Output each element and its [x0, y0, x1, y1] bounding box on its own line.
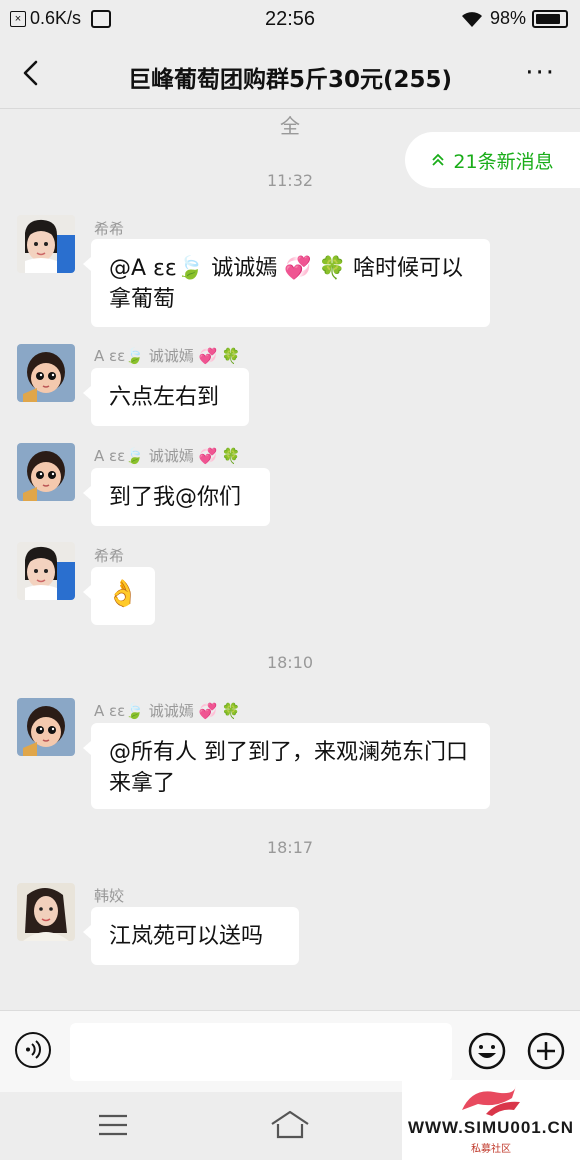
- sender-name: A εε🍃 诚诚嫣 💞 🍀: [94, 447, 241, 465]
- sender-name: 希希: [94, 220, 125, 238]
- menu-icon[interactable]: [99, 1114, 127, 1136]
- emoji-icon[interactable]: [468, 1032, 506, 1070]
- message-bubble[interactable]: 到了我@你们: [83, 468, 270, 526]
- girl-avatar-icon: [17, 215, 75, 273]
- timestamp: 18:17: [266, 838, 314, 857]
- cartoon-girl-avatar-icon: [17, 443, 75, 501]
- message-bubble[interactable]: @A εε🍃 诚诚嫣 💞 🍀 啥时候可以拿葡萄: [83, 239, 490, 327]
- chat-area[interactable]: 全 21条新消息 11:32 希希 @A εε🍃 诚诚嫣 💞 🍀 啥时候可以拿葡…: [0, 108, 580, 1010]
- voice-input-button[interactable]: [15, 1032, 51, 1068]
- sender-name: 韩姣: [94, 887, 125, 905]
- message-input[interactable]: [70, 1023, 452, 1081]
- woman-avatar-icon: [17, 883, 75, 941]
- watermark: WWW.SIMU001.CN 私募社区: [402, 1080, 580, 1160]
- sender-name: A εε🍃 诚诚嫣 💞 🍀: [94, 702, 241, 720]
- timestamp: 18:10: [266, 653, 314, 672]
- sender-name: A εε🍃 诚诚嫣 💞 🍀: [94, 347, 241, 365]
- avatar[interactable]: [17, 344, 75, 402]
- avatar[interactable]: [17, 215, 75, 273]
- message-bubble[interactable]: 六点左右到: [83, 368, 249, 426]
- cartoon-girl-avatar-icon: [17, 698, 75, 756]
- home-icon[interactable]: [270, 1110, 310, 1140]
- avatar[interactable]: [17, 883, 75, 941]
- avatar[interactable]: [17, 443, 75, 501]
- chat-title: 巨峰葡萄团购群5斤30元(255): [127, 67, 453, 93]
- avatar[interactable]: [17, 542, 75, 600]
- voice-icon: [26, 1040, 42, 1059]
- avatar[interactable]: [17, 698, 75, 756]
- status-right: 98%: [460, 8, 568, 29]
- new-messages-label: 21条新消息: [453, 150, 554, 173]
- watermark-text: WWW.SIMU001.CN: [407, 1118, 575, 1137]
- plus-icon[interactable]: [527, 1032, 565, 1070]
- chat-header: 巨峰葡萄团购群5斤30元(255) ···: [0, 40, 580, 109]
- battery-fill: [536, 13, 560, 24]
- cartoon-girl-avatar-icon: [17, 344, 75, 402]
- message-bubble[interactable]: 👌: [83, 567, 155, 625]
- girl-avatar-icon: [17, 542, 75, 600]
- battery-percent: 98%: [489, 8, 526, 28]
- watermark-subtitle: 私募社区: [471, 1144, 511, 1155]
- watermark-logo-icon: [462, 1086, 520, 1116]
- message-bubble[interactable]: 江岚苑可以送吗: [83, 907, 299, 965]
- message-bubble[interactable]: @所有人 到了到了，来观澜苑东门口来拿了: [83, 723, 490, 809]
- double-chevron-up-icon: [432, 153, 445, 166]
- battery-icon: [532, 9, 568, 28]
- sender-name: 希希: [94, 547, 125, 565]
- wifi-icon: [461, 11, 482, 27]
- timestamp: 11:32: [266, 171, 314, 190]
- status-bar: × 0.6K/s 22:56 98%: [0, 0, 580, 40]
- more-options-icon[interactable]: ···: [525, 60, 556, 86]
